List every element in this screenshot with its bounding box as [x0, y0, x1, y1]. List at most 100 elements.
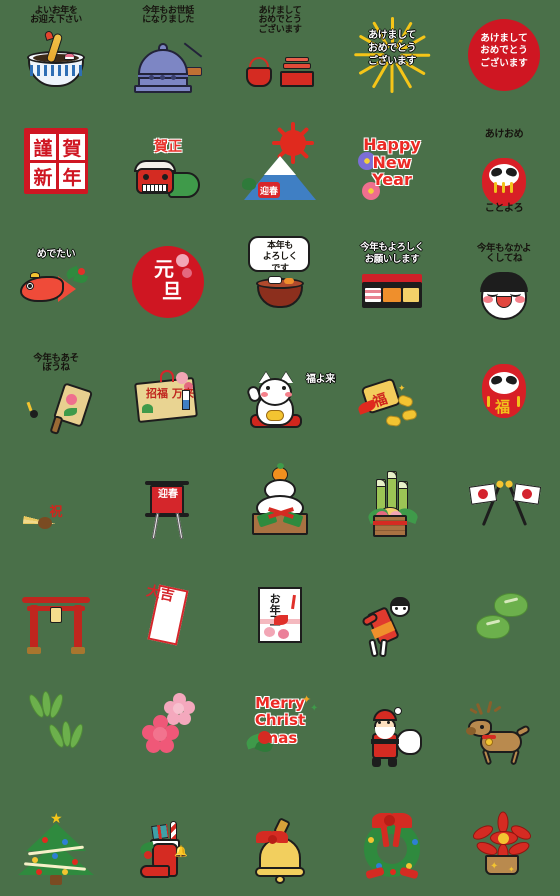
gold-coin: [401, 408, 418, 421]
sticker-cell-golden-fan[interactable]: 祝: [0, 445, 112, 557]
child-eye: [395, 607, 398, 610]
osechi-item-kamaboko: [365, 288, 381, 302]
sticker-cell-daruma-fuku[interactable]: 福: [448, 334, 560, 445]
sticker-cell-torii-gate[interactable]: [0, 557, 112, 669]
sticker-cell-daruma-akeome[interactable]: あけおめ ことよろ: [448, 110, 560, 222]
sticker-cell-poinsettia[interactable]: ✦ ✦: [448, 785, 560, 896]
holly-icon: ✦: [310, 703, 319, 714]
ornament: [62, 838, 68, 845]
caption-text: 福よ来い: [306, 373, 336, 385]
gift-ribbon: [151, 823, 169, 840]
daruma-stripe: [487, 395, 490, 407]
art-golden-fan: 祝: [6, 451, 106, 551]
art-greeting-burst: あけまして おめでとう ございます: [342, 5, 442, 105]
neko-cheek: [261, 391, 268, 397]
sticker-cell-bamboo-leaves[interactable]: [0, 669, 112, 785]
kanji-grid: 謹 賀 新 年: [30, 134, 85, 189]
bell-base: [134, 85, 192, 93]
sticker-cell-reindeer[interactable]: [448, 669, 560, 785]
sticker-cell-ema-plaque[interactable]: 招福 万来: [112, 334, 224, 445]
caption-text: めでたい: [36, 249, 76, 260]
sticker-cell-osechi-box[interactable]: 今年もよろしく お願いします: [336, 222, 448, 334]
sticker-cell-kagami-mochi[interactable]: [224, 445, 336, 557]
kanji-nen: 年: [59, 163, 85, 189]
ornament: [52, 852, 58, 859]
sticker-cell-kinga-shinnen[interactable]: 謹 賀 新 年: [0, 110, 112, 222]
wreath-bottom-ribbon: [399, 866, 419, 879]
bell-clapper: [275, 874, 285, 884]
pine-bush: [242, 178, 256, 190]
antler-branch: [493, 705, 502, 713]
sticker-cell-shishimai[interactable]: 賀正: [112, 110, 224, 222]
pot-sparkle: ✦: [490, 860, 499, 872]
neko-eye: [282, 385, 286, 390]
sticker-cell-crossed-flags[interactable]: [448, 445, 560, 557]
art-christmas-wreath: [342, 791, 442, 891]
art-osechi-box: 今年もよろしく お願いします: [342, 228, 442, 328]
poinsettia-petal: [497, 811, 509, 833]
sticker-cell-christmas-stocking[interactable]: 🔔: [112, 785, 224, 896]
fuku-kanji: 福: [495, 397, 511, 416]
sticker-cell-red-circle-stamp[interactable]: あけまして おめでとう ございます: [448, 0, 560, 110]
sticker-cell-omikuji-daikichi[interactable]: 大吉: [112, 557, 224, 669]
sticker-cell-santa-claus[interactable]: [336, 669, 448, 785]
art-christmas-tree: ★: [6, 791, 106, 891]
child-leg: [379, 638, 388, 658]
sticker-cell-otoshidama[interactable]: お年玉: [224, 557, 336, 669]
sticker-cell-toshikoshi-soba-bowl[interactable]: よいお年を お迎え下さい: [0, 0, 112, 110]
daikichi-label: 大吉: [144, 583, 176, 605]
hat-pompom: [394, 707, 402, 715]
sake-kettle: [246, 67, 272, 87]
pine-motif: [142, 403, 153, 413]
sticker-cell-christmas-tree[interactable]: ★: [0, 785, 112, 896]
antler-right: [486, 700, 493, 714]
sticker-cell-lacquer-sake-set[interactable]: あけまして おめでとう ございます: [224, 0, 336, 110]
gold-coin: [396, 393, 415, 408]
deer-nose: [466, 727, 476, 735]
sticker-cell-greeting-burst[interactable]: あけまして おめでとう ございます: [336, 0, 448, 110]
greeting-text: Happy New Year: [363, 135, 421, 190]
bamboo-pot: [373, 515, 407, 537]
japanese-flag-left: [468, 483, 498, 505]
art-otoshidama: お年玉: [230, 563, 330, 663]
sticker-cell-maneki-neko[interactable]: 福よ来い: [224, 334, 336, 445]
sticker-cell-hagoita[interactable]: 今年もあそ ぼうね: [0, 334, 112, 445]
tree-trunk: [50, 874, 62, 885]
sticker-cell-pine-sprigs[interactable]: [448, 557, 560, 669]
sticker-cell-sea-bream[interactable]: めでたい: [0, 222, 112, 334]
sticker-cell-mount-fuji[interactable]: 迎春: [224, 110, 336, 222]
flag-top-bar: [145, 481, 189, 485]
bow-knot: [384, 814, 395, 826]
deer-bell: [485, 738, 493, 746]
art-omikuji-daikichi: 大吉: [118, 563, 218, 663]
sticker-cell-ganjitsu-stamp[interactable]: 元 旦: [112, 222, 224, 334]
osechi-item-tamago: [403, 288, 419, 302]
sticker-cell-fukubukuro[interactable]: 福 ✦: [336, 334, 448, 445]
art-fukubukuro: 福 ✦: [342, 340, 442, 440]
bell-body: [138, 49, 188, 89]
sticker-cell-happy-new-year[interactable]: Happy New Year: [336, 110, 448, 222]
caption-text: あけまして おめでとう ございます: [368, 30, 416, 67]
stocking-toe: [140, 864, 170, 878]
child-hair: [390, 597, 410, 606]
antler-left: [475, 702, 484, 716]
fortune-slip: 大吉: [144, 583, 189, 646]
ribbon-knot: [268, 834, 277, 844]
caption-text: あけまして おめでとう ございます: [258, 6, 302, 35]
sticker-cell-plum-blossoms[interactable]: [112, 669, 224, 785]
sticker-cell-christmas-wreath[interactable]: [336, 785, 448, 896]
sticker-cell-otafuku[interactable]: 今年もなかよ くしてね: [448, 222, 560, 334]
art-hagoita: 今年もあそ ぼうね: [6, 340, 106, 440]
sticker-cell-kadomatsu[interactable]: [336, 445, 448, 557]
sticker-cell-hanetsuki-child[interactable]: [336, 557, 448, 669]
sticker-cell-merry-christmas[interactable]: Merry Christ mas ✦ ✦: [224, 669, 336, 785]
sticker-cell-geishun-flag[interactable]: 迎春: [112, 445, 224, 557]
caption-text: 賀正: [154, 139, 182, 155]
art-pine-sprigs: [454, 563, 554, 663]
sticker-cell-christmas-bell[interactable]: [224, 785, 336, 896]
sticker-cell-ozoni-bowl[interactable]: 本年も よろしく です: [224, 222, 336, 334]
ornament: [42, 836, 48, 843]
art-daruma-fuku: 福: [454, 340, 554, 440]
sticker-cell-temple-bell[interactable]: 今年もお世話 になりました: [112, 0, 224, 110]
stamp-text: あけまして おめでとう ございます: [480, 33, 528, 69]
